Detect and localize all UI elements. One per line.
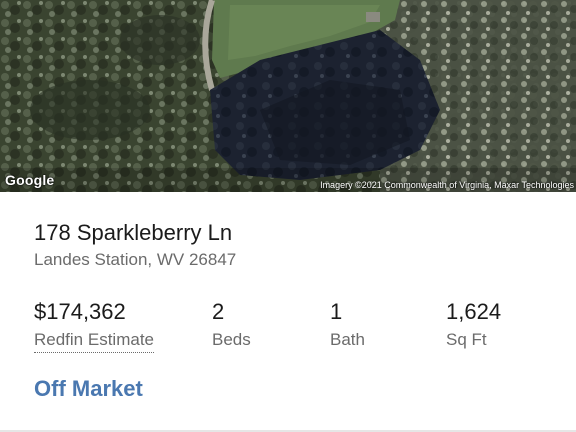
- listing-details-card: 178 Sparkleberry Ln Landes Station, WV 2…: [0, 192, 576, 432]
- bath-value: 1: [330, 299, 343, 324]
- redfin-estimate-link[interactable]: Redfin Estimate: [34, 330, 154, 353]
- stat-beds: 2 Beds: [212, 300, 251, 350]
- map-attribution: Imagery ©2021 Commonwealth of Virginia, …: [320, 180, 574, 190]
- price-value: $174,362: [34, 299, 126, 324]
- listing-page: Google Imagery ©2021 Commonwealth of Vir…: [0, 0, 576, 432]
- beds-value: 2: [212, 299, 225, 324]
- sqft-value: 1,624: [446, 299, 502, 324]
- bath-label: Bath: [330, 330, 365, 349]
- listing-status-link[interactable]: Off Market: [34, 376, 143, 402]
- stat-sqft: 1,624 Sq Ft: [446, 300, 501, 350]
- stat-bath: 1 Bath: [330, 300, 365, 350]
- satellite-map[interactable]: Google Imagery ©2021 Commonwealth of Vir…: [0, 0, 576, 192]
- listing-address: 178 Sparkleberry Ln: [34, 220, 233, 245]
- google-logo: Google: [5, 172, 55, 188]
- listing-locality: Landes Station, WV 26847: [34, 250, 237, 269]
- stat-price: $174,362 Redfin Estimate: [34, 300, 154, 353]
- sqft-label: Sq Ft: [446, 330, 487, 349]
- beds-label: Beds: [212, 330, 251, 349]
- satellite-imagery: [0, 0, 576, 192]
